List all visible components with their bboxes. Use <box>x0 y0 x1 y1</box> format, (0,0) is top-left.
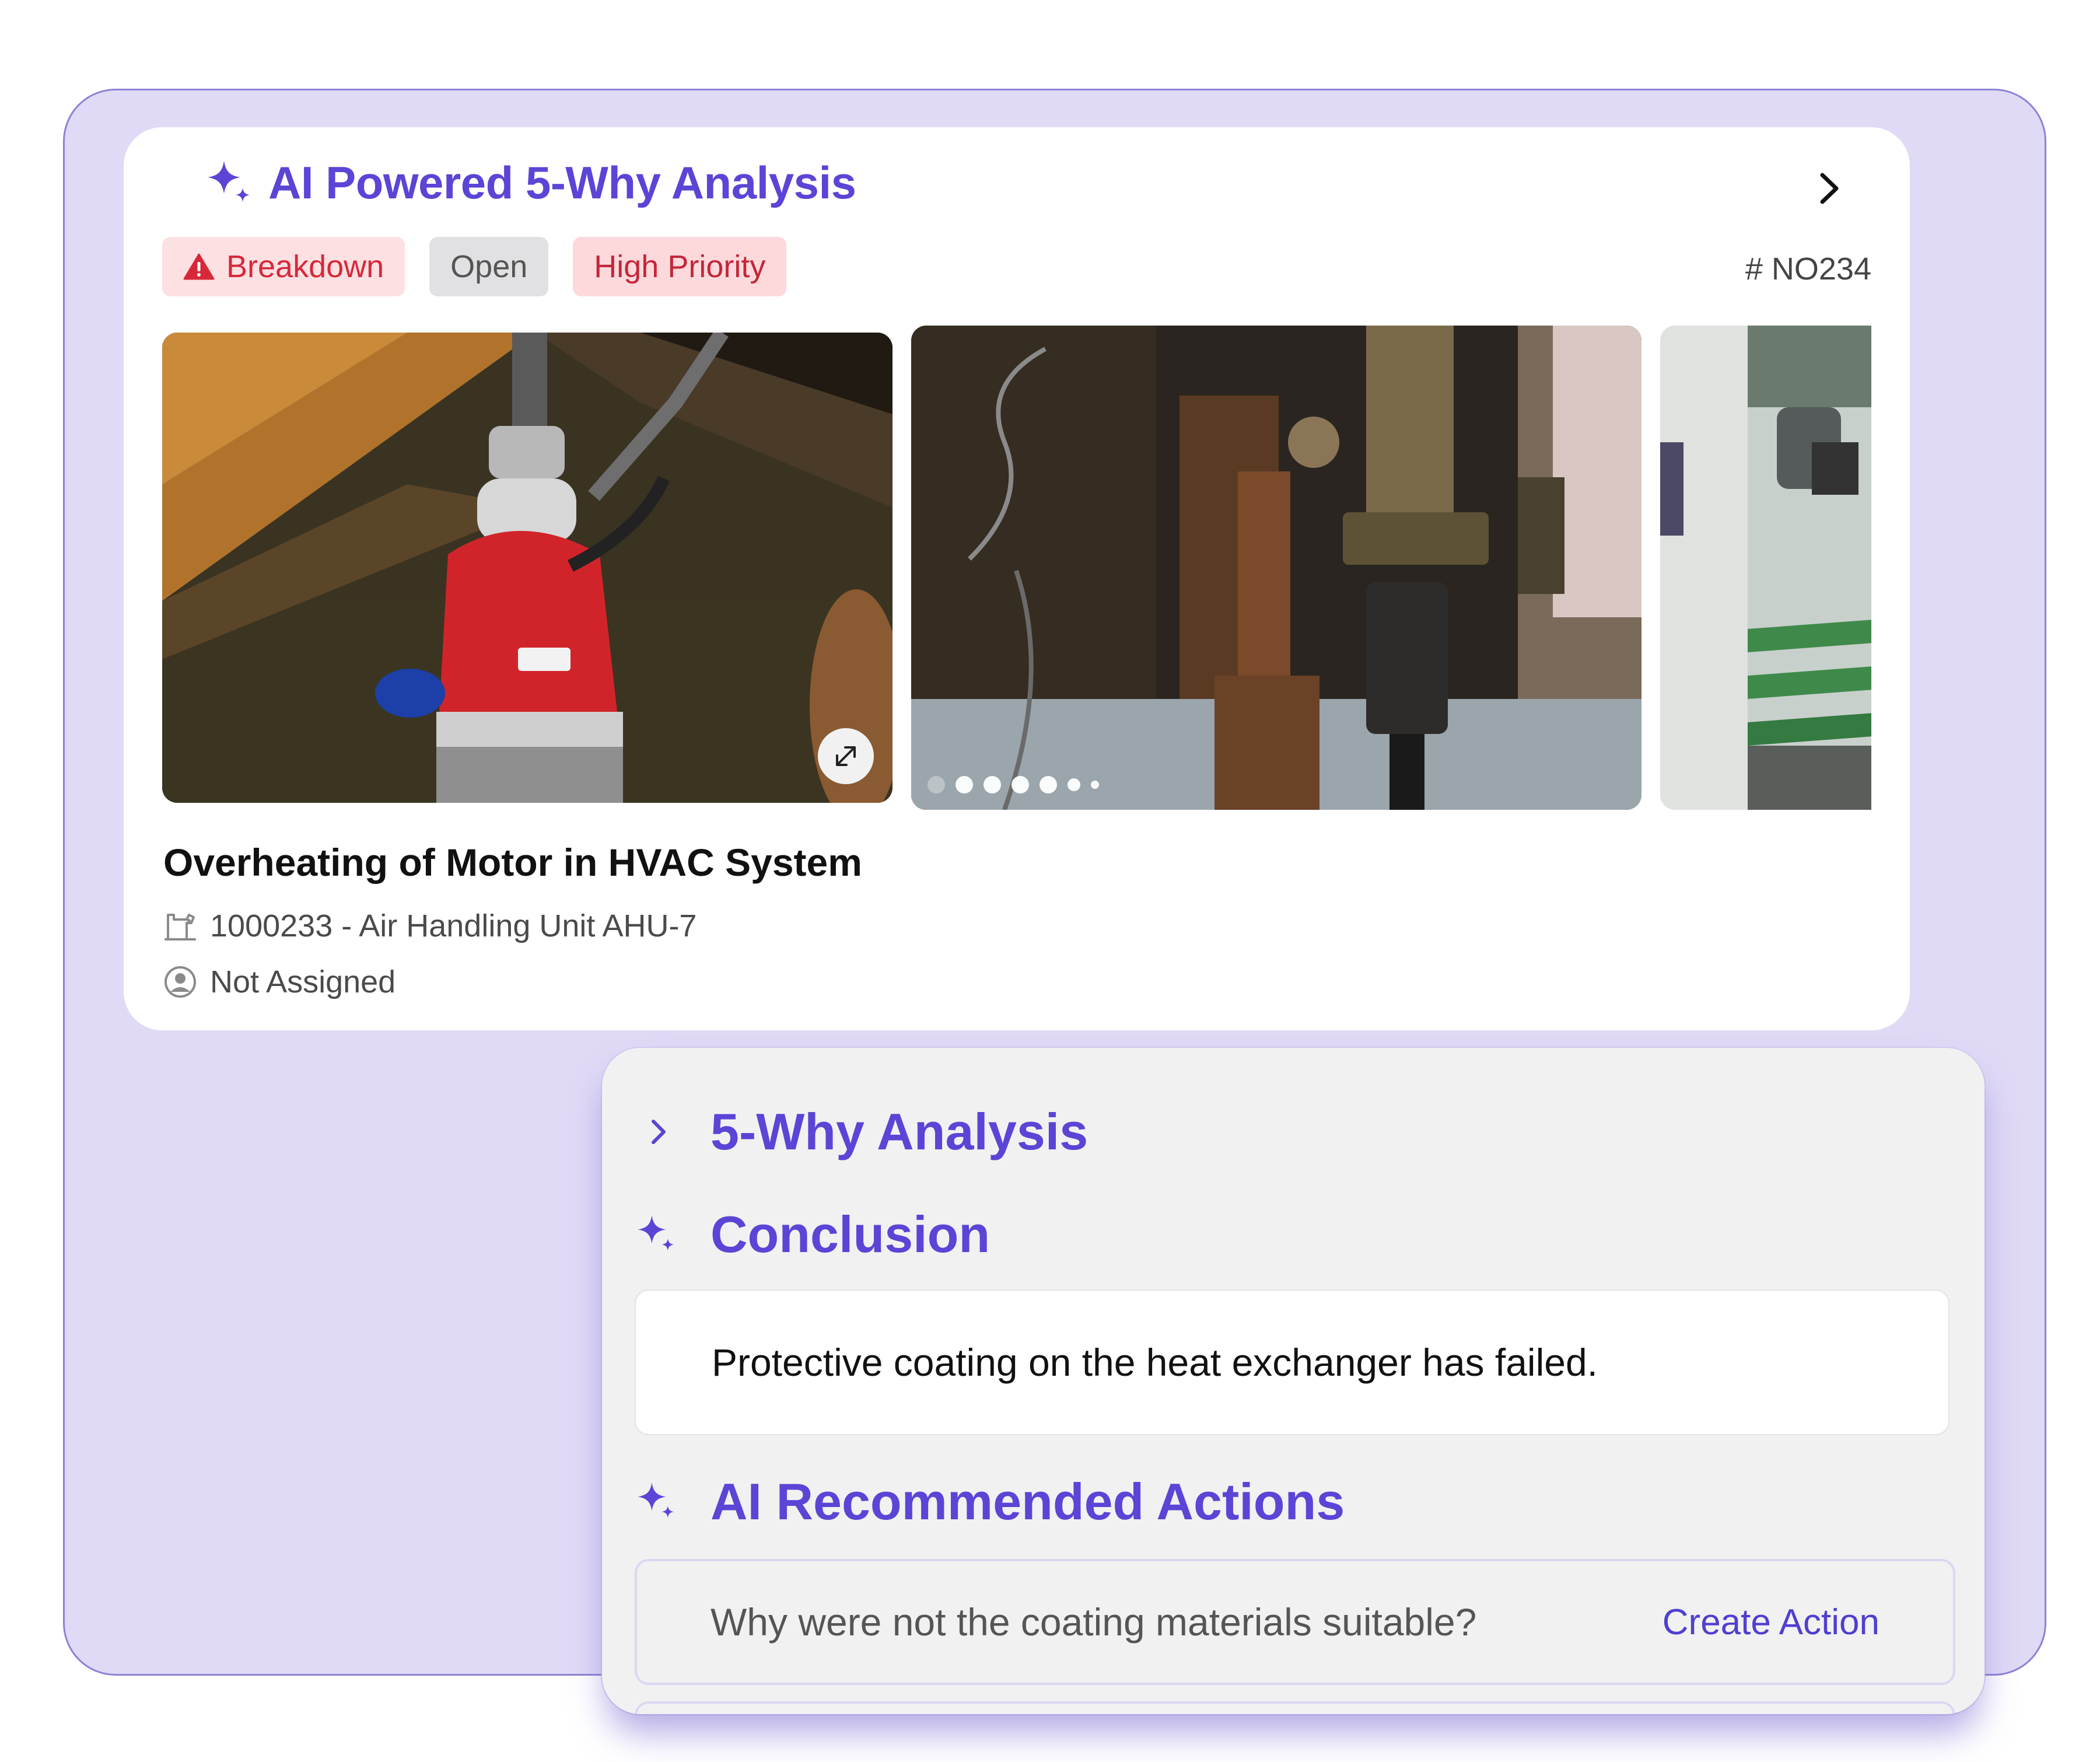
recommended-actions-header: AI Recommended Actions <box>636 1473 1345 1530</box>
status-badge-label: Open <box>450 249 528 284</box>
priority-badge-label: High Priority <box>594 249 766 284</box>
sparkle-icon <box>208 160 250 202</box>
analysis-panel: 5-Why Analysis Conclusion Protective coa… <box>602 1048 1985 1714</box>
carousel-dot[interactable] <box>1012 776 1029 793</box>
carousel-dot[interactable] <box>1068 778 1080 791</box>
why-analysis-toggle[interactable]: 5-Why Analysis <box>636 1103 1088 1160</box>
machine-icon <box>164 914 196 941</box>
priority-badge: High Priority <box>573 237 787 296</box>
carousel-image-pump[interactable] <box>162 333 892 803</box>
type-badge-label: Breakdown <box>226 249 384 284</box>
card-header: AI Powered 5-Why Analysis <box>205 156 856 209</box>
analysis-card: AI Powered 5-Why Analysis Breakdown Open… <box>124 127 1910 1030</box>
recommended-action-item: Why were not the coating materials suita… <box>635 1559 1955 1685</box>
chevron-right-icon[interactable] <box>1814 168 1845 209</box>
conclusion-title: Conclusion <box>710 1205 991 1263</box>
card-title: AI Powered 5-Why Analysis <box>268 157 856 208</box>
warning-icon <box>183 253 215 280</box>
carousel-dot[interactable] <box>1091 781 1099 789</box>
carousel-dot[interactable] <box>984 776 1001 793</box>
issue-title: Overheating of Motor in HVAC System <box>163 841 862 884</box>
conclusion-header: Conclusion <box>636 1205 990 1263</box>
expand-icon <box>836 746 856 766</box>
create-action-button[interactable]: Create Action <box>1662 1602 1880 1643</box>
status-badge: Open <box>429 237 549 296</box>
user-circle-icon <box>164 966 196 998</box>
carousel-image-drill[interactable] <box>911 326 1642 810</box>
image-carousel[interactable] <box>162 326 1871 821</box>
conclusion-box: Protective coating on the heat exchanger… <box>635 1289 1950 1435</box>
action-question: Why were not the coating materials suita… <box>710 1600 1477 1644</box>
status-badges: Breakdown Open High Priority <box>162 237 787 296</box>
chevron-right-icon <box>652 1120 666 1144</box>
sparkle-icon <box>638 1483 674 1518</box>
sparkle-icon <box>638 1215 674 1251</box>
type-badge: Breakdown <box>162 237 405 296</box>
assignee-row: Not Assigned <box>163 964 396 1000</box>
carousel-dot[interactable] <box>956 776 973 793</box>
carousel-dot[interactable] <box>1040 776 1057 793</box>
assignee-label: Not Assigned <box>210 964 396 999</box>
expand-image-button[interactable] <box>818 728 874 784</box>
asset-row: 1000233 - Air Handling Unit AHU-7 <box>163 908 696 944</box>
ticket-id: # NO234 <box>1745 251 1871 286</box>
why-analysis-title: 5-Why Analysis <box>710 1103 1088 1160</box>
carousel-indicators <box>928 776 1099 793</box>
carousel-dot[interactable] <box>928 776 945 793</box>
recommended-actions-title: AI Recommended Actions <box>710 1473 1345 1530</box>
carousel-image-machine[interactable] <box>1660 326 1871 810</box>
conclusion-text: Protective coating on the heat exchanger… <box>712 1341 1598 1384</box>
asset-label: 1000233 - Air Handling Unit AHU-7 <box>210 908 697 943</box>
recommended-action-item <box>635 1701 1955 1714</box>
